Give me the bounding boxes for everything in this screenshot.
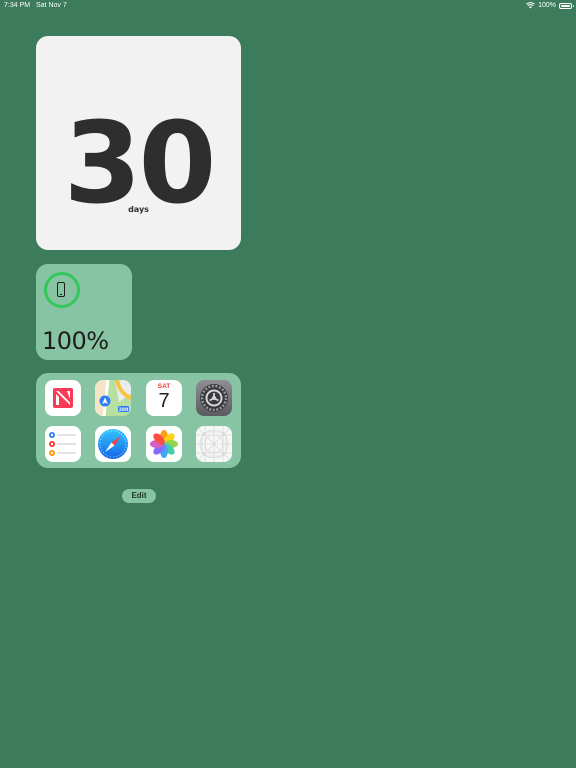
edit-button[interactable]: Edit (122, 489, 156, 503)
status-bar: 7:34 PM Sat Nov 7 100% (0, 0, 576, 12)
status-date: Sat Nov 7 (36, 2, 67, 9)
status-time: 7:34 PM (4, 2, 31, 9)
status-right: 100% (526, 2, 574, 9)
settings-icon (196, 380, 232, 416)
days-label: days (128, 205, 149, 214)
maps-icon: 280 (95, 380, 131, 416)
reminders-icon (45, 426, 81, 462)
days-count: 30 (63, 99, 217, 229)
maps-app-icon[interactable]: 280 (95, 380, 131, 416)
safari-app-icon[interactable] (95, 426, 131, 462)
calendar-date: 7 (158, 390, 170, 412)
battery-percentage: 100% (42, 327, 109, 355)
svg-text:280: 280 (119, 407, 129, 413)
status-battery-percent: 100% (538, 2, 556, 9)
placeholder-app-icon[interactable] (196, 426, 232, 462)
photos-icon (146, 426, 182, 462)
battery-widget[interactable]: 100% (36, 264, 132, 360)
app-shortcuts-widget: 280 SAT 7 (36, 373, 241, 468)
battery-icon (559, 2, 574, 9)
days-counter-widget[interactable]: 30 days (36, 36, 241, 250)
calendar-app-icon[interactable]: SAT 7 (146, 380, 182, 416)
wifi-icon (526, 2, 535, 9)
calendar-weekday: SAT (157, 383, 171, 390)
safari-icon (95, 426, 131, 462)
app-grid-icon (196, 426, 232, 462)
settings-app-icon[interactable] (196, 380, 232, 416)
photos-app-icon[interactable] (146, 426, 182, 462)
news-app-icon[interactable] (45, 380, 81, 416)
news-icon (45, 380, 81, 416)
iphone-icon (57, 282, 65, 297)
reminders-app-icon[interactable] (45, 426, 81, 462)
